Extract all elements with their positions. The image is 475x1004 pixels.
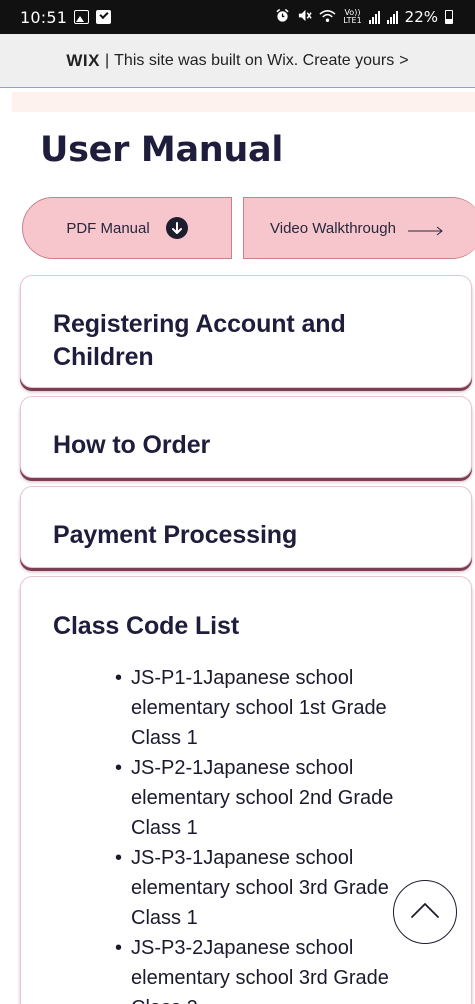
status-time: 10:51 xyxy=(20,7,68,27)
accordion-how-to-order[interactable]: How to Order xyxy=(20,396,472,478)
signal-icon xyxy=(368,10,380,24)
mute-icon xyxy=(297,8,312,27)
class-code-list: JS-P1-1Japanese school elementary school… xyxy=(115,663,421,1004)
list-item: JS-P1-1Japanese school elementary school… xyxy=(115,663,421,753)
signal-icon xyxy=(386,10,398,24)
alarm-icon xyxy=(275,8,290,27)
wix-banner[interactable]: WIX | This site was built on Wix. Create… xyxy=(0,34,475,88)
video-walkthrough-button[interactable]: Video Walkthrough xyxy=(243,197,475,259)
wix-banner-message: This site was built on Wix. Create yours xyxy=(114,51,395,69)
accordion-payment-processing[interactable]: Payment Processing xyxy=(20,486,472,568)
gallery-icon xyxy=(74,10,90,24)
arrow-right-icon xyxy=(407,223,444,236)
status-bar: 10:51 Vo)) LTE1 22% xyxy=(0,0,475,34)
download-icon xyxy=(165,217,188,239)
pdf-manual-button[interactable]: PDF Manual xyxy=(22,197,232,259)
wix-separator: | xyxy=(105,51,110,69)
video-walkthrough-label: Video Walkthrough xyxy=(270,219,396,237)
pdf-manual-label: PDF Manual xyxy=(66,219,150,237)
page-title: User Manual xyxy=(40,130,284,170)
volte-indicator: Vo)) LTE1 xyxy=(343,9,361,25)
accordion-registering[interactable]: Registering Account and Children xyxy=(20,275,472,388)
check-box-icon xyxy=(96,10,112,24)
wifi-icon xyxy=(319,8,336,27)
status-right: Vo)) LTE1 22% xyxy=(275,8,453,27)
wix-logo: WIX xyxy=(66,50,100,70)
section-title: How to Order xyxy=(53,431,211,459)
battery-percent: 22% xyxy=(404,8,438,26)
accordion-class-code-list[interactable]: Class Code List JS-P1-1Japanese school e… xyxy=(20,576,472,1004)
back-to-top-button[interactable] xyxy=(393,880,457,944)
section-title: Payment Processing xyxy=(53,521,298,549)
chevron-up-icon xyxy=(410,901,440,924)
list-item: JS-P3-2Japanese school elementary school… xyxy=(115,933,421,1004)
section-title: Registering Account and Children xyxy=(53,310,346,371)
chevron-right-icon: > xyxy=(399,51,409,69)
section-title: Class Code List xyxy=(53,612,240,640)
list-item: JS-P2-1Japanese school elementary school… xyxy=(115,753,421,843)
status-left: 10:51 xyxy=(20,7,112,27)
battery-icon xyxy=(445,10,453,24)
list-item: JS-P3-1Japanese school elementary school… xyxy=(115,843,421,933)
header-strip xyxy=(12,92,475,112)
volte-label-bottom: LTE1 xyxy=(343,16,362,25)
